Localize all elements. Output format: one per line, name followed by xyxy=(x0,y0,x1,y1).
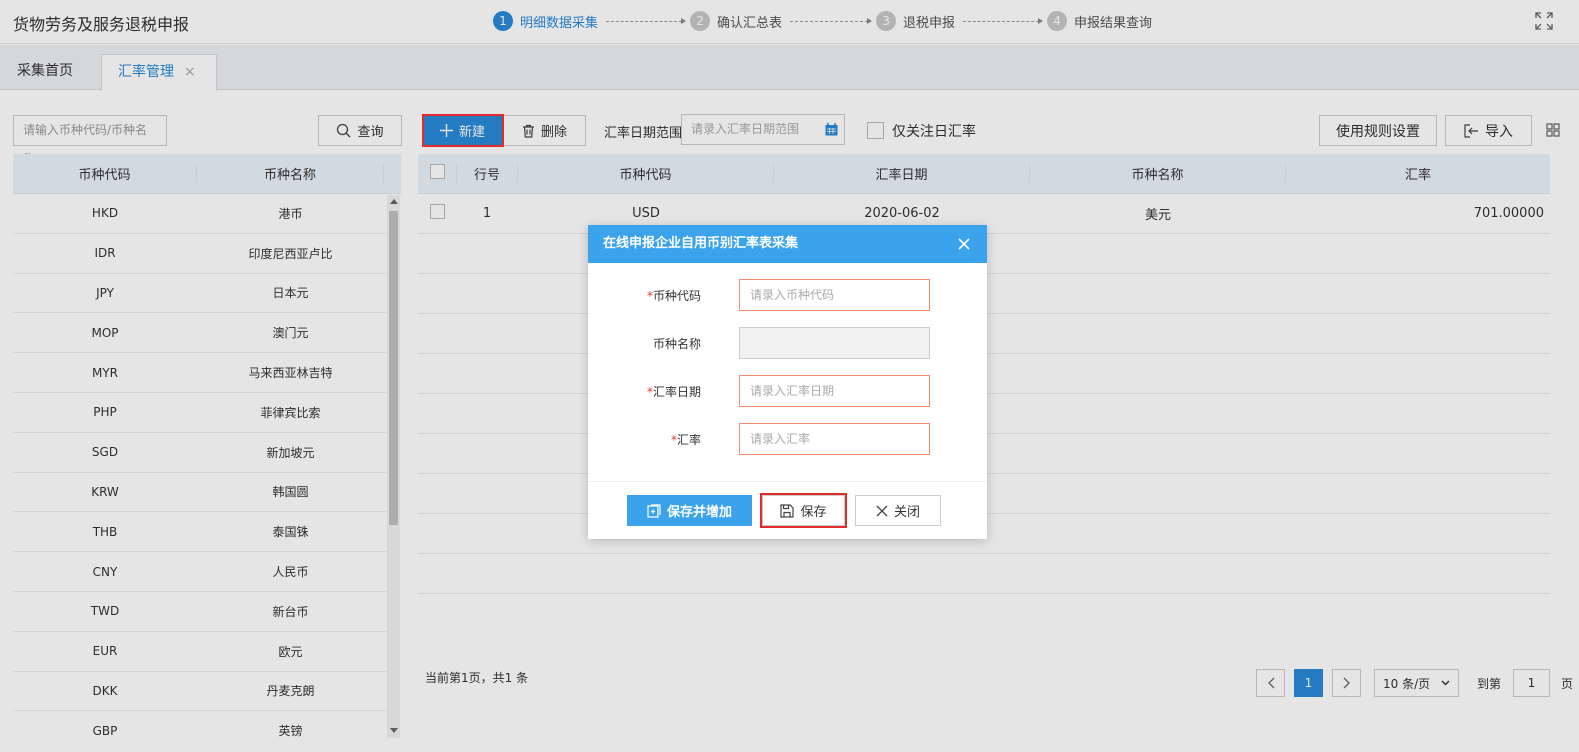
save-button[interactable]: 保存 xyxy=(760,493,847,528)
rate-date-input[interactable]: 请录入汇率日期 xyxy=(739,375,930,407)
close-icon[interactable] xyxy=(957,237,971,251)
save-add-icon xyxy=(647,503,661,518)
close-x-icon xyxy=(876,505,888,516)
rate-date-label: 汇率日期 xyxy=(652,384,701,399)
rate-row: *汇率 xyxy=(670,432,701,447)
rate-input[interactable]: 请录入汇率 xyxy=(739,423,930,455)
currency-name-label: 币种名称 xyxy=(652,336,701,351)
exchange-rate-dialog: 在线申报企业自用币别汇率表采集 *币种代码 请录入币种代码 币种名称 *汇率日期… xyxy=(588,225,987,539)
currency-name-row: 币种名称 xyxy=(588,327,701,359)
currency-code-label: 币种代码 xyxy=(652,288,701,303)
currency-name-input xyxy=(739,327,930,359)
new-button-highlight xyxy=(422,114,504,147)
dialog-title: 在线申报企业自用币别汇率表采集 xyxy=(603,236,799,251)
rate-label: 汇率 xyxy=(676,432,701,447)
rate-date-row: *汇率日期 xyxy=(646,384,701,399)
currency-code-input[interactable]: 请录入币种代码 xyxy=(739,279,930,311)
dialog-header: 在线申报企业自用币别汇率表采集 xyxy=(588,225,987,263)
save-icon xyxy=(780,503,795,518)
close-button[interactable]: 关闭 xyxy=(855,495,941,526)
save-and-add-button[interactable]: 保存并增加 xyxy=(627,495,752,526)
currency-code-row: *币种代码 xyxy=(646,288,701,303)
dialog-footer: 保存并增加 保存 关闭 xyxy=(588,481,987,539)
